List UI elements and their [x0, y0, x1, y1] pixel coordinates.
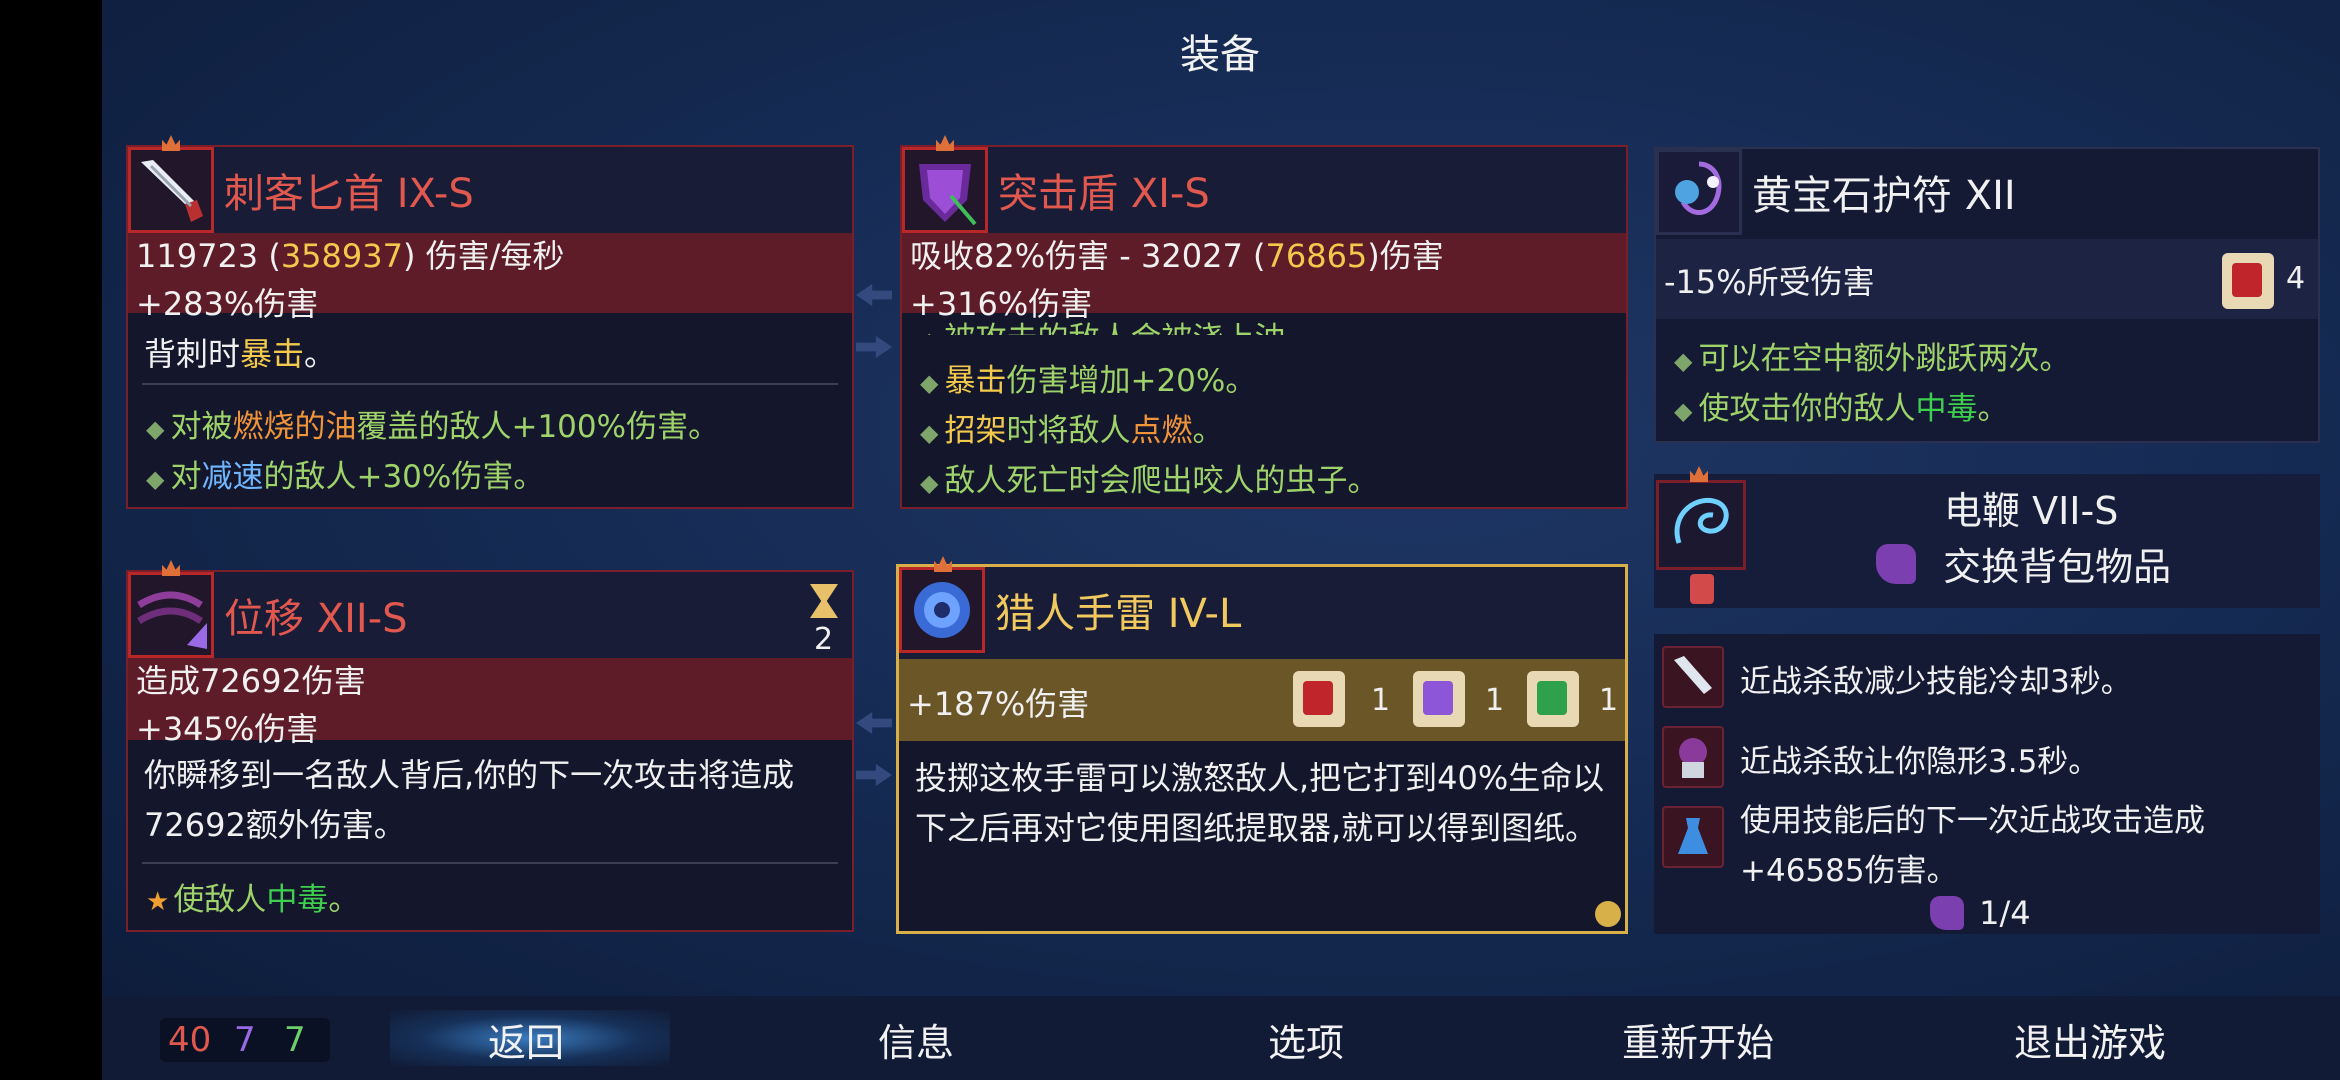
grenade-icon — [899, 567, 985, 653]
backpack-icon-frame — [1656, 480, 1746, 570]
dash-icon — [128, 572, 214, 658]
quit-game-button[interactable]: 退出游戏 — [1970, 1012, 2210, 1067]
dps-line: 119723 (358937) 伤害/每秒 — [136, 237, 565, 275]
amulet-slot[interactable]: 黄宝石护符 XII -15%所受伤害 4 ◆ 可以在空中额外跳跃两次。 ◆ 使攻击你… — [1654, 147, 2320, 443]
amulet-icon — [1656, 149, 1742, 235]
restart-button[interactable]: 重新开始 — [1578, 1012, 1818, 1067]
affix-1: ◆ 对被燃烧的油覆盖的敌人+100%伤害。 — [146, 409, 720, 445]
survival-count: 7 — [284, 1020, 306, 1060]
skill-slot-2[interactable]: 猎人手雷 IV-L +187%伤害 1 1 1 投掷这枚手雷可以激怒敌人,把它打… — [896, 564, 1628, 934]
item-name: 猎人手雷 IV-L — [995, 591, 1242, 637]
whip-icon — [1674, 497, 1729, 544]
affix-2: ◆ 对减速的敌人+30%伤害。 — [146, 459, 545, 495]
mutation-icon-1[interactable] — [1662, 646, 1724, 708]
damage-line: 造成72692伤害 — [136, 662, 366, 700]
mutation-icon-2[interactable] — [1662, 726, 1724, 788]
affix-0: ◆被攻击的敌人会被浇上油。 — [920, 313, 1316, 335]
affix-2: ◆ 招架时将敌人点燃。 — [920, 413, 1224, 449]
options-button[interactable]: 选项 — [1186, 1012, 1426, 1067]
page-title: 装备 — [1180, 32, 1260, 78]
backpack-key-icon — [1690, 574, 1714, 604]
item-name: 刺客匕首 IX-S — [224, 171, 474, 217]
info-button[interactable]: 信息 — [796, 1012, 1036, 1067]
shield-icon — [902, 147, 988, 233]
scroll-count-brutality: 1 — [1371, 683, 1391, 718]
affix-1: ◆ 暴击伤害增加+20%。 — [920, 363, 1257, 399]
scroll-count-tactics: 1 — [1485, 683, 1505, 718]
swap-backpack-button[interactable]: 交换背包物品 — [1876, 536, 2171, 596]
scroll-count-survival: 1 — [1599, 683, 1619, 718]
mutation-icon-3[interactable] — [1662, 806, 1724, 868]
item-name: 位移 XII-S — [224, 596, 408, 642]
survival-scroll-icon — [1527, 671, 1579, 727]
tactics-count: 7 — [234, 1020, 256, 1060]
mutation-slots: 1/4 — [1930, 894, 2031, 932]
brutality-scroll-icon — [1293, 671, 1345, 727]
backpack-slot[interactable]: 电鞭 VII-S 交换背包物品 — [1654, 466, 2320, 608]
mutation-2-text: 近战杀敌让你隐形3.5秒。 — [1740, 744, 2100, 780]
item-description: 你瞬移到一名敌人背后,你的下一次攻击将造成72692额外伤害。 — [144, 756, 795, 844]
weapon-slot-1[interactable]: 刺客匕首 IX-S 119723 (358937) 伤害/每秒 +283%伤害 … — [126, 145, 854, 509]
skill-slot-1[interactable]: 位移 XII-S 2 造成72692伤害 +345%伤害 你瞬移到一名敌人背后,… — [126, 570, 854, 932]
scroll-counters: 40 7 7 — [160, 1018, 330, 1062]
affix-3: ◆ 敌人死亡时会爬出咬人的虫子。 — [920, 463, 1379, 499]
brutality-scroll-icon — [2222, 253, 2274, 309]
mutation-3-text: 使用技能后的下一次近战攻击造成+46585伤害。 — [1740, 803, 2205, 889]
letterbox-bar — [0, 0, 102, 1080]
cooldown-value: 2 — [814, 622, 834, 657]
dagger-icon — [128, 147, 214, 233]
backpack-item-name: 电鞭 VII-S — [1944, 489, 2119, 533]
affix-2: ◆ 使攻击你的敌人中毒。 — [1674, 391, 2009, 427]
damage-bonus: +187%伤害 — [907, 685, 1090, 723]
item-name: 突击盾 XI-S — [998, 171, 1210, 217]
affix-1: ◆ 可以在空中额外跳跃两次。 — [1674, 341, 2071, 377]
affix-1: ★ 使敌人中毒。 — [146, 882, 360, 918]
scroll-count: 4 — [2286, 261, 2306, 296]
purple-glove-icon — [1876, 543, 1916, 584]
item-description: 背刺时暴击。 — [144, 335, 337, 373]
item-description: 投掷这枚手雷可以激怒敌人,把它打到40%生命以下之后再对它使用图纸提取器,就可以… — [915, 759, 1605, 847]
perks-panel: 近战杀敌减少技能冷却3秒。 近战杀敌让你隐形3.5秒。 使用技能后的下一次近战攻… — [1654, 634, 2320, 934]
legendary-corner-ornament — [1595, 901, 1621, 927]
damage-bonus: +345%伤害 — [136, 710, 319, 748]
tactics-scroll-icon — [1413, 671, 1465, 727]
weapon-slot-2[interactable]: 突击盾 XI-S 吸收82%伤害 - 32027 (76865)伤害 +316%… — [900, 145, 1628, 509]
back-button[interactable]: 返回 — [406, 1012, 646, 1067]
damage-bonus: +283%伤害 — [136, 285, 319, 323]
item-name: 黄宝石护符 XII — [1752, 173, 2016, 219]
purple-glove-icon — [1930, 896, 1964, 930]
mutation-1-text: 近战杀敌减少技能冷却3秒。 — [1740, 664, 2132, 700]
brutality-count: 40 — [168, 1020, 212, 1060]
block-line: 吸收82%伤害 - 32027 (76865)伤害 — [910, 237, 1444, 275]
resist-line: -15%所受伤害 — [1664, 263, 1875, 301]
